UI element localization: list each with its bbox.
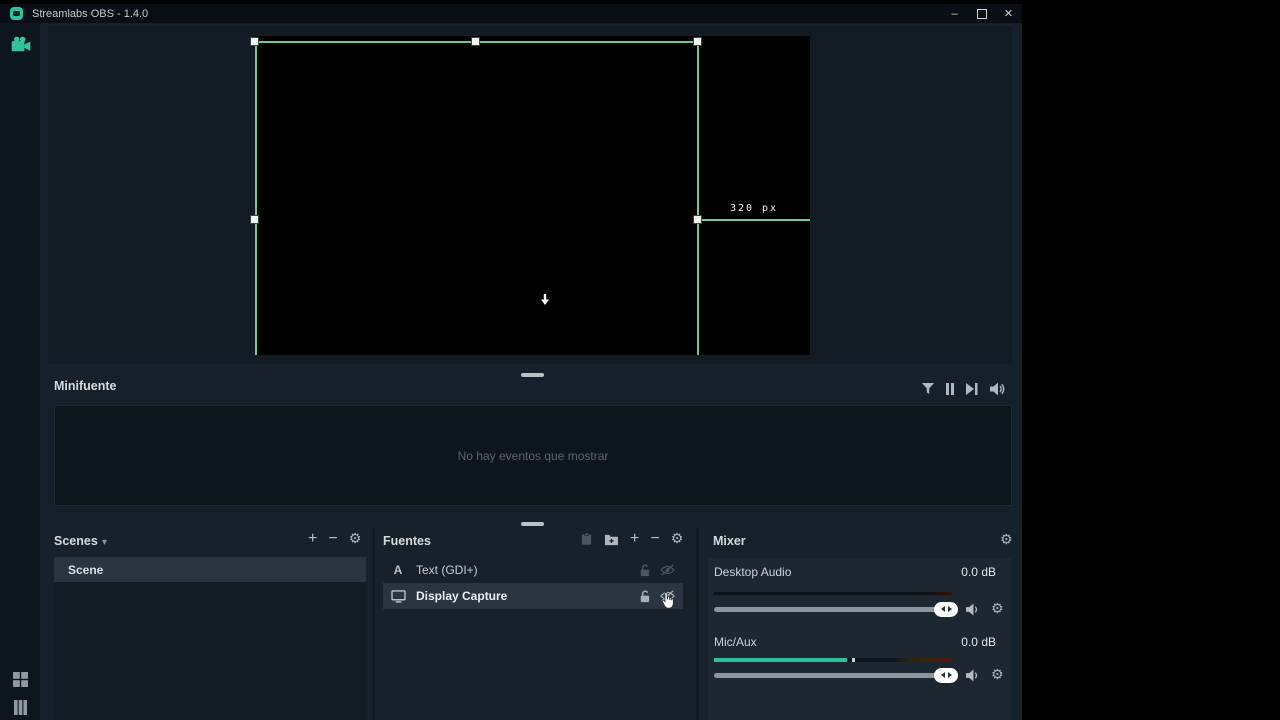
channel-level: 0.0 dB	[961, 565, 996, 579]
event-list: No hay eventos que mostrar	[54, 405, 1012, 506]
mixer-header: Mixer ⚙	[699, 528, 1022, 554]
source-row-text[interactable]: A Text (GDI+)	[383, 557, 683, 583]
window-controls: – ✕	[941, 4, 1022, 23]
scenes-title: Scenes	[54, 534, 98, 548]
source-properties-gear-icon[interactable]: ⚙	[671, 532, 684, 546]
selection-handle-top-right[interactable]	[693, 37, 702, 46]
pause-icon[interactable]	[945, 383, 955, 395]
filter-icon[interactable]	[922, 383, 934, 395]
selection-handle-top-left[interactable]	[250, 37, 259, 46]
thumb-left-arrow-icon	[940, 606, 945, 612]
dashboard-grid-icon[interactable]	[13, 672, 28, 687]
selection-handle-top-center[interactable]	[471, 37, 480, 46]
volume-meter	[714, 592, 952, 595]
mixer-title: Mixer	[713, 534, 746, 548]
mixer-panel: Mixer ⚙ Desktop Audio 0.0 dB ⚙ Mic/Aux 0…	[699, 528, 1022, 720]
source-row-display-capture[interactable]: Display Capture	[383, 583, 683, 609]
source-name: Display Capture	[416, 589, 508, 603]
volume-slider[interactable]	[714, 667, 958, 683]
titlebar: Streamlabs OBS - 1.4.0 – ✕	[0, 4, 1022, 23]
panel-resize-handle-top[interactable]	[521, 373, 544, 377]
selection-width-label: 320 px	[729, 203, 779, 214]
sources-header: Fuentes + − ⚙	[375, 528, 696, 554]
slider-thumb[interactable]	[934, 667, 958, 683]
paste-source-icon[interactable]	[580, 532, 593, 546]
skip-next-icon[interactable]	[966, 383, 978, 395]
volume-slider[interactable]	[714, 601, 958, 617]
sources-title: Fuentes	[383, 534, 431, 548]
minifeed-title: Minifuente	[54, 379, 117, 393]
minifeed-toolbar	[922, 382, 1005, 396]
thumb-right-arrow-icon	[947, 672, 952, 678]
sources-panel: Fuentes + − ⚙ A Text (GDI+) Display Capt…	[375, 528, 696, 720]
scene-list-item[interactable]: Scene	[54, 557, 366, 582]
remove-scene-button[interactable]: −	[328, 531, 337, 547]
channel-level: 0.0 dB	[961, 635, 996, 649]
video-canvas[interactable]	[255, 36, 810, 355]
scene-settings-gear-icon[interactable]: ⚙	[349, 532, 362, 546]
empty-events-message: No hay eventos que mostrar	[457, 448, 609, 463]
meter-fill	[714, 658, 847, 662]
mixer-channels: Desktop Audio 0.0 dB ⚙ Mic/Aux 0.0 dB ⚙	[708, 558, 1011, 720]
lock-icon[interactable]	[638, 564, 651, 577]
channel-name: Desktop Audio	[714, 565, 792, 579]
selection-right-edge[interactable]	[697, 41, 699, 355]
volume-slider-row: ⚙	[714, 601, 1011, 617]
scenes-header: Scenes ▾ + − ⚙	[40, 528, 372, 554]
selection-left-edge[interactable]	[255, 41, 257, 355]
add-source-button[interactable]: +	[630, 531, 639, 547]
left-sidebar	[0, 23, 40, 720]
measurement-line	[698, 219, 810, 221]
text-source-icon: A	[393, 563, 403, 577]
mute-speaker-icon[interactable]	[965, 602, 980, 616]
meter-peak-indicator	[852, 658, 855, 662]
source-name: Text (GDI+)	[416, 563, 478, 577]
scene-name: Scene	[68, 562, 104, 577]
source-list: A Text (GDI+) Display Capture	[383, 557, 683, 609]
add-scene-button[interactable]: +	[308, 531, 317, 547]
layout-columns-icon[interactable]	[13, 700, 28, 715]
streamlabs-logo-icon	[10, 7, 23, 20]
channel-name: Mic/Aux	[714, 635, 757, 649]
display-capture-icon	[389, 589, 407, 603]
selection-handle-mid-right[interactable]	[693, 215, 702, 224]
thumb-right-arrow-icon	[947, 606, 952, 612]
mixer-settings-gear-icon[interactable]: ⚙	[1000, 533, 1013, 547]
add-folder-icon[interactable]	[604, 533, 619, 546]
eye-slash-icon[interactable]	[660, 564, 675, 576]
thumb-left-arrow-icon	[940, 672, 945, 678]
screen: Streamlabs OBS - 1.4.0 – ✕ 320 px Minifu…	[0, 0, 1280, 720]
minimize-button[interactable]: –	[941, 4, 968, 23]
close-button[interactable]: ✕	[995, 4, 1022, 23]
lock-icon[interactable]	[638, 590, 651, 603]
channel-gear-icon[interactable]: ⚙	[991, 668, 1004, 682]
chevron-down-icon[interactable]: ▾	[102, 537, 107, 548]
scene-list: Scene	[54, 557, 366, 720]
selection-handle-mid-left[interactable]	[250, 215, 259, 224]
speaker-icon[interactable]	[989, 382, 1005, 396]
editor-camera-icon[interactable]	[10, 36, 32, 53]
volume-slider-row: ⚙	[714, 667, 1011, 683]
slider-thumb[interactable]	[934, 601, 958, 617]
app-window: Streamlabs OBS - 1.4.0 – ✕ 320 px Minifu…	[0, 4, 1022, 720]
mouse-cursor-icon	[661, 591, 675, 609]
scenes-panel: Scenes ▾ + − ⚙ Scene	[40, 528, 372, 720]
panel-resize-handle-bottom[interactable]	[521, 522, 544, 526]
mute-speaker-icon[interactable]	[965, 668, 980, 682]
maximize-button[interactable]	[968, 4, 995, 23]
window-title: Streamlabs OBS - 1.4.0	[32, 7, 149, 20]
maximize-icon	[976, 8, 987, 19]
volume-meter	[714, 658, 952, 662]
remove-source-button[interactable]: −	[650, 531, 659, 547]
channel-gear-icon[interactable]: ⚙	[991, 602, 1004, 616]
